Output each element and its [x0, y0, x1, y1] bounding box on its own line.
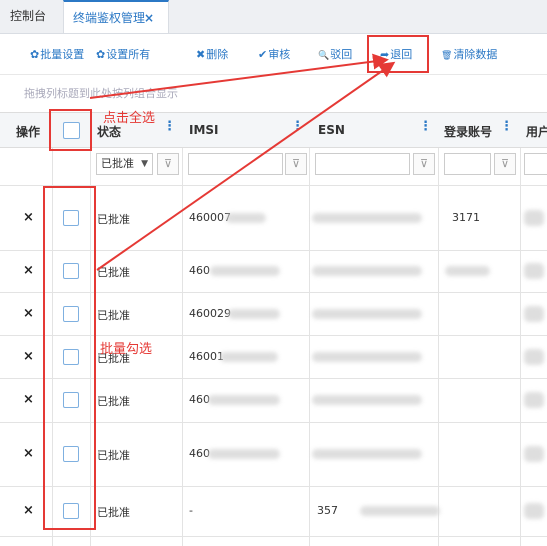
reject-button[interactable]: 🔍驳回 — [318, 46, 352, 62]
redacted-esn — [312, 352, 422, 362]
redacted-user — [524, 392, 544, 408]
tab-terminal-auth-label: 终端鉴权管理 — [73, 11, 146, 25]
redacted-imsi — [208, 395, 280, 405]
batch-checkbox-highlight — [43, 186, 96, 530]
status-filter-value: 已批准 — [101, 157, 134, 170]
status-filter-select[interactable]: 已批准 ▼ — [96, 153, 153, 175]
set-all-button[interactable]: ✿设置所有 — [96, 46, 150, 62]
redacted-imsi — [220, 352, 278, 362]
delete-label: 删除 — [206, 48, 229, 61]
toolbar: ✿批量设置 ✿设置所有 ✖删除 ✔审核 🔍驳回 ➦退回 🗑清除数据 — [0, 34, 547, 72]
clear-data-button[interactable]: 🗑清除数据 — [441, 46, 497, 62]
annotation-batch-check: 批量勾选 — [100, 342, 153, 357]
trash-icon: 🗑 — [441, 51, 453, 61]
column-header-account[interactable]: 登录账号 — [444, 123, 492, 140]
user-filter-input[interactable] — [524, 153, 547, 175]
column-header-op: 操作 — [16, 125, 41, 139]
redacted-esn — [312, 395, 422, 405]
gear-icon: ✿ — [96, 48, 106, 61]
row-account: 3171 — [452, 211, 480, 224]
return-button-highlight — [367, 35, 429, 73]
account-filter-input[interactable] — [444, 153, 491, 175]
annotation-select-all: 点击全选 — [103, 111, 156, 126]
delete-row-icon[interactable]: × — [23, 306, 34, 321]
group-by-panel[interactable]: 拖拽列标题到此处按列组合显示 — [0, 74, 547, 105]
filter-icon[interactable]: ⊽ — [285, 153, 307, 175]
row-imsi: 460 — [189, 447, 210, 460]
redacted-esn — [312, 309, 422, 319]
redacted-user — [524, 446, 544, 462]
delete-icon: ✖ — [196, 48, 206, 61]
row-imsi: 460 — [189, 264, 210, 277]
delete-button[interactable]: ✖删除 — [196, 46, 228, 62]
redacted-imsi — [210, 266, 280, 276]
filter-icon[interactable]: ⊽ — [413, 153, 435, 175]
approve-button[interactable]: ✔审核 — [258, 46, 290, 62]
delete-row-icon[interactable]: × — [23, 392, 34, 407]
row-esn: 357 — [317, 504, 338, 517]
batch-set-label: 批量设置 — [40, 48, 85, 61]
column-menu-icon[interactable]: ⋮ — [500, 120, 513, 133]
redacted-account — [445, 266, 490, 276]
reject-label: 驳回 — [330, 48, 353, 61]
imsi-filter-input[interactable] — [188, 153, 283, 175]
redacted-imsi — [228, 309, 280, 319]
row-status: 已批准 — [97, 266, 130, 279]
row-status: 已批准 — [97, 506, 130, 519]
delete-row-icon[interactable]: × — [23, 210, 34, 225]
delete-row-icon[interactable]: × — [23, 446, 34, 461]
redacted-esn — [312, 213, 422, 223]
redacted-user — [524, 349, 544, 365]
batch-set-button[interactable]: ✿批量设置 — [30, 46, 84, 62]
redacted-user — [524, 306, 544, 322]
redacted-imsi — [226, 213, 266, 223]
clear-data-label: 清除数据 — [453, 48, 498, 61]
close-icon[interactable]: × — [144, 2, 154, 35]
row-imsi: 460029 — [189, 307, 231, 320]
tab-console[interactable]: 控制台 — [10, 0, 46, 33]
redacted-user — [524, 210, 544, 226]
gear-icon: ✿ — [30, 48, 40, 61]
redacted-user — [524, 263, 544, 279]
filter-icon[interactable]: ⊽ — [494, 153, 516, 175]
set-all-label: 设置所有 — [106, 48, 151, 61]
approve-label: 审核 — [268, 48, 291, 61]
column-header-user[interactable]: 用户 — [526, 123, 547, 140]
row-imsi: 460007 — [189, 211, 231, 224]
row-status: 已批准 — [97, 213, 130, 226]
esn-filter-input[interactable] — [315, 153, 410, 175]
row-imsi: - — [189, 504, 193, 517]
select-all-highlight — [49, 109, 92, 151]
redacted-esn — [312, 449, 422, 459]
column-menu-icon[interactable]: ⋮ — [163, 120, 176, 133]
row-imsi: 460 — [189, 393, 210, 406]
column-header-imsi[interactable]: IMSI — [189, 123, 219, 137]
delete-row-icon[interactable]: × — [23, 503, 34, 518]
delete-row-icon[interactable]: × — [23, 349, 34, 364]
tab-terminal-auth[interactable]: 终端鉴权管理 × — [63, 0, 169, 33]
group-by-hint: 拖拽列标题到此处按列组合显示 — [24, 87, 178, 100]
tab-bar: 控制台 终端鉴权管理 × — [0, 0, 547, 34]
delete-row-icon[interactable]: × — [23, 263, 34, 278]
column-header-esn[interactable]: ESN — [318, 123, 345, 137]
filter-icon[interactable]: ⊽ — [157, 153, 179, 175]
column-menu-icon[interactable]: ⋮ — [291, 120, 304, 133]
redacted-esn — [312, 266, 422, 276]
chevron-down-icon: ▼ — [141, 159, 148, 169]
redacted-esn — [360, 506, 440, 516]
search-icon: 🔍 — [318, 51, 330, 61]
column-menu-icon[interactable]: ⋮ — [419, 120, 432, 133]
row-status: 已批准 — [97, 395, 130, 408]
filter-row: 已批准 ▼ ⊽ ⊽ ⊽ ⊽ — [0, 147, 547, 186]
redacted-user — [524, 503, 544, 519]
row-status: 已批准 — [97, 309, 130, 322]
row-status: 已批准 — [97, 449, 130, 462]
check-icon: ✔ — [258, 48, 268, 61]
redacted-imsi — [208, 449, 280, 459]
row-imsi: 46001 — [189, 350, 224, 363]
